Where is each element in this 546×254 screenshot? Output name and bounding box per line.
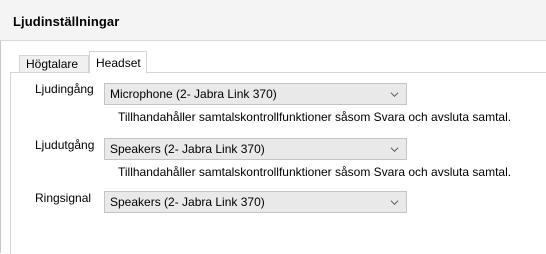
ringtone-dropdown[interactable]: Speakers (2- Jabra Link 370) [104,191,407,213]
chevron-down-icon [390,147,399,153]
audio-input-label: Ljudingång [35,82,94,96]
audio-input-value: Microphone (2- Jabra Link 370) [110,87,277,101]
audio-input-dropdown[interactable]: Microphone (2- Jabra Link 370) [104,83,407,105]
audio-output-value: Speakers (2- Jabra Link 370) [110,142,265,156]
tab-headset[interactable]: Headset [89,51,147,74]
audio-output-label: Ljudutgång [35,138,95,152]
audio-input-hint: Tillhandahåller samtalskontrollfunktione… [118,110,512,124]
ringtone-label: Ringsignal [35,191,92,205]
ringtone-value: Speakers (2- Jabra Link 370) [110,195,265,209]
tab-hogtalare[interactable]: Högtalare [19,55,89,72]
chevron-down-icon [390,200,399,206]
audio-output-hint: Tillhandahåller samtalskontrollfunktione… [118,165,512,179]
window-title: Ljudinställningar [13,14,120,29]
window-header: Ljudinställningar [0,0,546,41]
audio-output-dropdown[interactable]: Speakers (2- Jabra Link 370) [104,138,407,160]
chevron-down-icon [390,92,399,98]
